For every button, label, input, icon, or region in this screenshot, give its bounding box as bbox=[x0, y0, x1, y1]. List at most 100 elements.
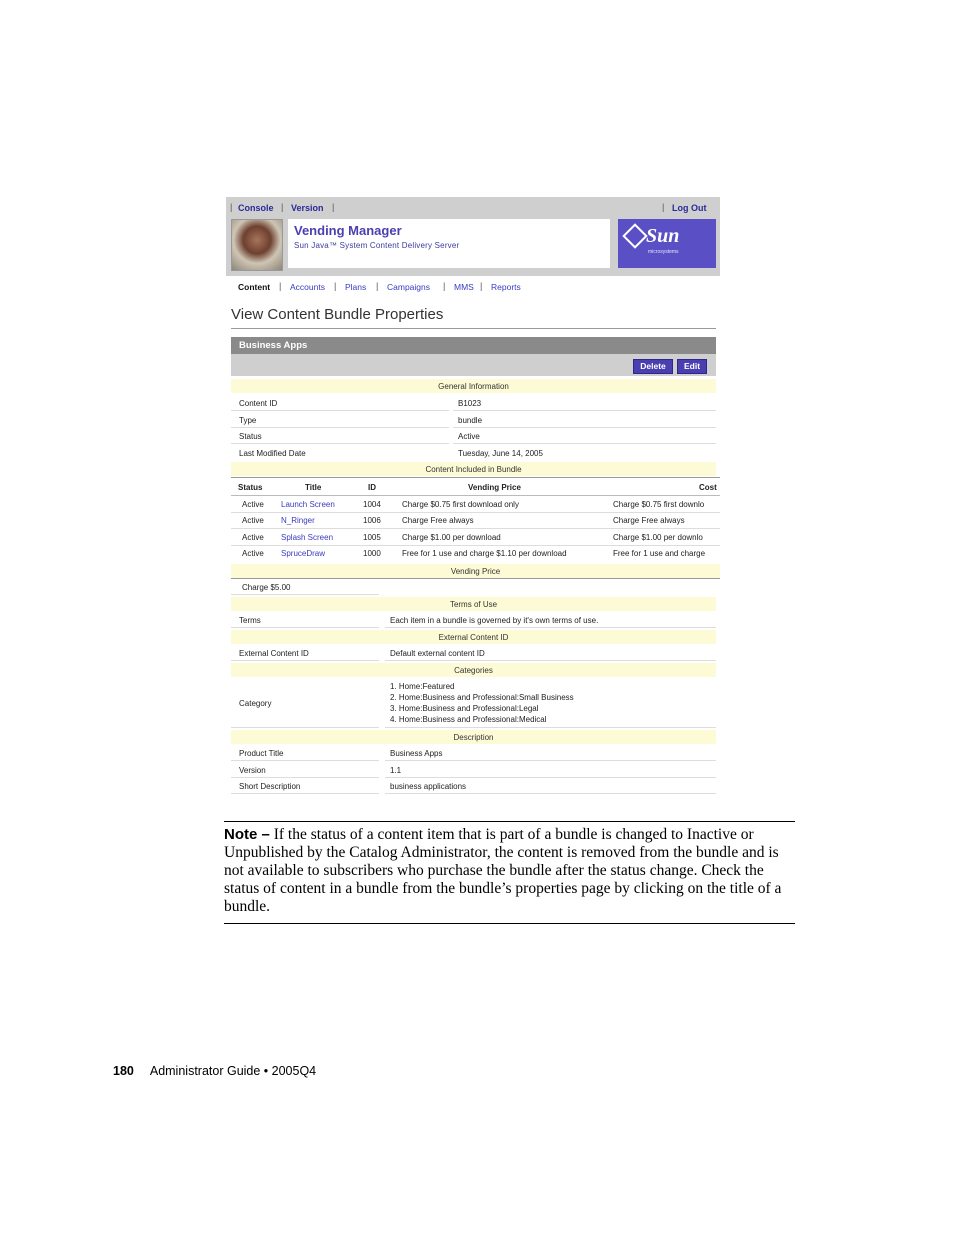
section-title: Business Apps bbox=[239, 340, 308, 351]
field-value: Business Apps bbox=[390, 749, 443, 758]
field-label: Terms bbox=[239, 616, 261, 625]
table-row: Status Active bbox=[231, 428, 716, 444]
edit-button[interactable]: Edit bbox=[677, 359, 707, 374]
table-row: Type bundle bbox=[231, 412, 716, 428]
cell-status: Active bbox=[242, 516, 264, 525]
cell-id: 1006 bbox=[363, 516, 381, 525]
field-label: Short Description bbox=[239, 782, 301, 791]
field-value: Default external content ID bbox=[390, 649, 485, 658]
category-item: 4. Home:Business and Professional:Medica… bbox=[390, 715, 547, 724]
table-row: External Content ID Default external con… bbox=[231, 645, 716, 661]
tab-mms[interactable]: MMS bbox=[454, 282, 474, 292]
page-number: 180 bbox=[113, 1064, 134, 1078]
table-row: Charge $5.00 bbox=[231, 579, 716, 595]
table-row: Last Modified Date Tuesday, June 14, 200… bbox=[231, 445, 716, 461]
field-label: Last Modified Date bbox=[239, 449, 306, 458]
field-value: B1023 bbox=[458, 399, 482, 408]
category-item: 2. Home:Business and Professional:Small … bbox=[390, 693, 574, 702]
column-header-vending-price: Vending Price bbox=[468, 483, 521, 492]
table-row: Content ID B1023 bbox=[231, 395, 716, 411]
cell-vending-price: Charge $0.75 first download only bbox=[402, 500, 519, 509]
main-nav: Content | Accounts | Plans | Campaigns |… bbox=[238, 281, 521, 292]
console-link[interactable]: Console bbox=[238, 203, 274, 213]
cell-status: Active bbox=[242, 549, 264, 558]
field-label: Status bbox=[239, 432, 262, 441]
cell-vending-price: Charge Free always bbox=[402, 516, 474, 525]
separator: | bbox=[332, 202, 335, 212]
cell-vending-price: Free for 1 use and charge $1.10 per down… bbox=[402, 549, 567, 558]
note-paragraph: Note – If the status of a content item t… bbox=[224, 826, 795, 916]
divider bbox=[231, 328, 716, 329]
vending-price-value: Charge $5.00 bbox=[242, 583, 291, 592]
cell-cost: Charge Free always bbox=[613, 516, 685, 525]
field-value: 1.1 bbox=[390, 766, 402, 775]
section-bar: Business Apps bbox=[231, 337, 716, 354]
cell-id: 1000 bbox=[363, 549, 381, 558]
separator: | bbox=[281, 202, 284, 212]
version-link[interactable]: Version bbox=[291, 203, 324, 213]
page-title: View Content Bundle Properties bbox=[231, 306, 444, 323]
field-label: Type bbox=[239, 416, 257, 425]
general-info-header: General Information bbox=[231, 379, 716, 393]
footer-text: Administrator Guide • 2005Q4 bbox=[149, 1064, 317, 1078]
category-item: 3. Home:Business and Professional:Legal bbox=[390, 704, 539, 713]
category-item: 1. Home:Featured bbox=[390, 682, 455, 691]
sun-logo-tagline: microsystems bbox=[648, 249, 679, 255]
field-label: Category bbox=[239, 699, 272, 708]
sun-logo: Sun microsystems bbox=[618, 219, 716, 268]
terms-header: Terms of Use bbox=[231, 597, 716, 611]
separator: | bbox=[230, 202, 233, 212]
tab-reports[interactable]: Reports bbox=[491, 282, 521, 292]
external-id-header: External Content ID bbox=[231, 630, 716, 644]
included-content-header: Content Included in Bundle bbox=[231, 462, 716, 476]
column-header-status: Status bbox=[238, 483, 263, 492]
content-title-link[interactable]: Launch Screen bbox=[281, 500, 335, 509]
description-header: Description bbox=[231, 730, 716, 744]
content-title-link[interactable]: N_Ringer bbox=[281, 516, 315, 525]
logout-link[interactable]: Log Out bbox=[672, 203, 707, 213]
field-label: External Content ID bbox=[239, 649, 309, 658]
vending-price-header: Vending Price bbox=[231, 564, 720, 578]
field-label: Content ID bbox=[239, 399, 278, 408]
banner: Vending Manager Sun Java™ System Content… bbox=[288, 219, 610, 268]
column-header-title: Title bbox=[305, 483, 322, 492]
content-title-link[interactable]: SpruceDraw bbox=[281, 549, 325, 558]
note-top-rule bbox=[224, 821, 795, 822]
masthead: | Console | Version | | Log Out Vending … bbox=[226, 197, 720, 276]
field-value: Active bbox=[458, 432, 480, 441]
tab-plans[interactable]: Plans bbox=[345, 282, 366, 292]
content-title-link[interactable]: Splash Screen bbox=[281, 533, 333, 542]
app-title: Vending Manager bbox=[294, 223, 402, 238]
table-row: Short Description business applications bbox=[231, 778, 716, 794]
cell-status: Active bbox=[242, 533, 264, 542]
product-image bbox=[231, 219, 283, 271]
app-screenshot: | Console | Version | | Log Out Vending … bbox=[226, 197, 720, 797]
delete-button[interactable]: Delete bbox=[633, 359, 673, 374]
cell-cost: Charge $1.00 per downlo bbox=[613, 533, 703, 542]
tab-accounts[interactable]: Accounts bbox=[290, 282, 325, 292]
note-label: Note – bbox=[224, 826, 270, 843]
column-header-id: ID bbox=[368, 483, 376, 492]
note-bottom-rule bbox=[224, 923, 795, 924]
field-value: business applications bbox=[390, 782, 467, 791]
cell-id: 1005 bbox=[363, 533, 381, 542]
sun-logo-text: Sun bbox=[646, 225, 680, 247]
field-value: bundle bbox=[458, 416, 483, 425]
field-label: Version bbox=[239, 766, 266, 775]
sun-diamond-icon bbox=[622, 223, 648, 249]
table-row: Product Title Business Apps bbox=[231, 745, 716, 761]
column-header-cost: Cost bbox=[699, 483, 717, 492]
cell-cost: Charge $0.75 first downlo bbox=[613, 500, 705, 509]
tab-campaigns[interactable]: Campaigns bbox=[387, 282, 430, 292]
table-row: Version 1.1 bbox=[231, 762, 716, 778]
cell-id: 1004 bbox=[363, 500, 381, 509]
separator: | bbox=[662, 202, 665, 212]
table-row: Terms Each item in a bundle is governed … bbox=[231, 612, 716, 628]
note-text: If the status of a content item that is … bbox=[224, 826, 782, 915]
tab-content[interactable]: Content bbox=[238, 282, 270, 292]
button-row: Delete Edit bbox=[231, 354, 716, 376]
field-value: Tuesday, June 14, 2005 bbox=[458, 449, 543, 458]
page-footer: 180 Administrator Guide • 2005Q4 bbox=[113, 1064, 316, 1078]
cell-status: Active bbox=[242, 500, 264, 509]
field-label: Product Title bbox=[239, 749, 284, 758]
